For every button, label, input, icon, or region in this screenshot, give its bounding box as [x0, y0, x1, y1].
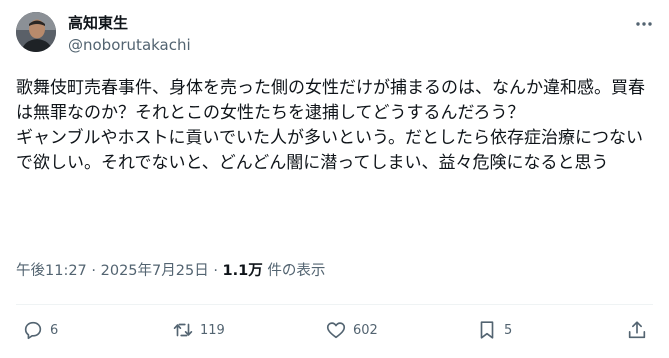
views-count: 1.1万 — [222, 263, 263, 279]
like-count: 602 — [353, 322, 378, 338]
post-meta: 午後11:27 · 2025年7月25日 · 1.1万 件の表示 — [16, 261, 325, 281]
repost-button[interactable]: 119 — [172, 318, 225, 342]
author-handle[interactable]: @noborutakachi — [68, 36, 191, 54]
heart-icon — [326, 322, 346, 339]
repost-icon — [173, 323, 193, 337]
bookmark-count: 5 — [504, 322, 513, 338]
more-icon — [636, 22, 652, 26]
views-label: 件の表示 — [267, 263, 326, 279]
avatar-photo-icon — [16, 12, 56, 52]
reply-icon — [24, 321, 42, 340]
like-button[interactable]: 602 — [325, 318, 378, 342]
bookmark-icon — [480, 321, 494, 339]
repost-count: 119 — [200, 322, 225, 338]
post-date[interactable]: 2025年7月25日 — [101, 263, 209, 279]
more-button[interactable] — [632, 12, 656, 36]
meta-separator: · — [91, 263, 97, 279]
post-time[interactable]: 午後11:27 — [16, 263, 87, 279]
reply-count: 6 — [50, 322, 59, 338]
avatar[interactable] — [16, 12, 56, 52]
meta-separator: · — [213, 263, 218, 279]
reply-button[interactable]: 6 — [22, 318, 58, 342]
share-button[interactable] — [626, 318, 648, 342]
post-text: 歌舞伎町売春事件、身体を売った側の女性だけが捕まるのは、なんか違和感。買春は無罪… — [16, 78, 645, 173]
share-icon — [628, 321, 646, 339]
divider — [16, 304, 653, 305]
author-display-name[interactable]: 高知東生 — [68, 14, 128, 32]
bookmark-button[interactable]: 5 — [476, 318, 512, 342]
